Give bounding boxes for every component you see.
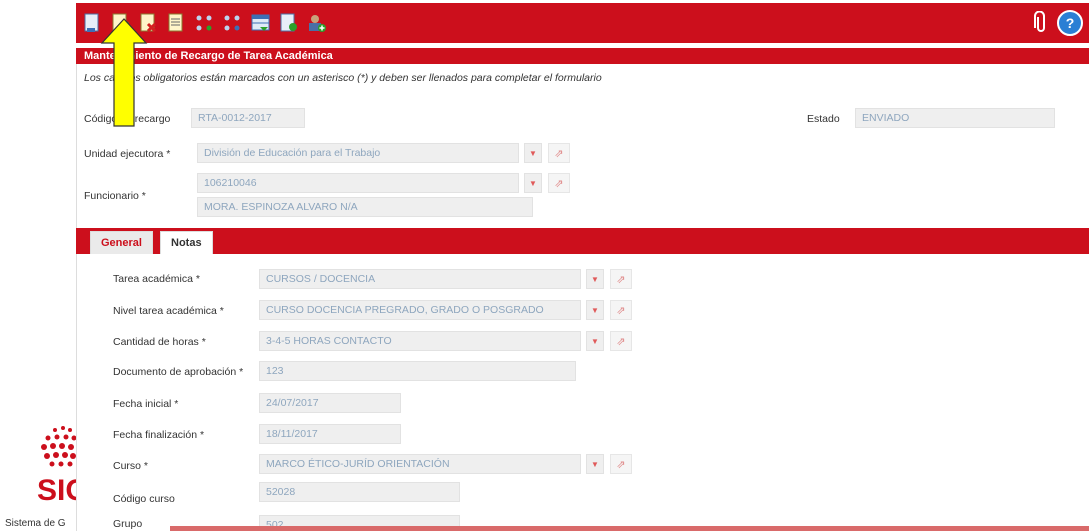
yellow-arrow-annotation bbox=[100, 18, 148, 127]
estado-label: Estado bbox=[807, 113, 840, 125]
table-icon[interactable] bbox=[250, 12, 271, 34]
estado-field[interactable]: ENVIADO bbox=[855, 108, 1055, 128]
fecha-finalizacion-label: Fecha finalización * bbox=[113, 429, 205, 441]
form-area bbox=[76, 64, 1089, 531]
codigo-recargo-field[interactable]: RTA-0012-2017 bbox=[191, 108, 305, 128]
nivel-link-icon[interactable]: ⇗ bbox=[610, 300, 632, 320]
form-title: Mantenimiento de Recargo de Tarea Académ… bbox=[76, 48, 1089, 64]
tarea-academica-select[interactable]: CURSOS / DOCENCIA bbox=[259, 269, 581, 289]
nivel-dropdown-icon[interactable]: ▼ bbox=[586, 300, 604, 320]
funcionario-dropdown-icon[interactable]: ▼ bbox=[524, 173, 542, 193]
sig-logo-dots-icon: SIG bbox=[37, 426, 89, 507]
fecha-inicial-label: Fecha inicial * bbox=[113, 398, 179, 410]
toolbar-right: ? bbox=[1031, 10, 1083, 36]
curso-dropdown-icon[interactable]: ▼ bbox=[586, 454, 604, 474]
unidad-link-icon[interactable]: ⇗ bbox=[548, 143, 570, 163]
unidad-ejecutora-label: Unidad ejecutora * bbox=[84, 148, 171, 160]
documento-aprobacion-label: Documento de aprobación * bbox=[113, 366, 244, 378]
curso-select[interactable]: MARCO ÉTICO-JURÍD ORIENTACIÓN bbox=[259, 454, 581, 474]
codigo-curso-field[interactable]: 52028 bbox=[259, 482, 460, 502]
nivel-tarea-label: Nivel tarea académica * bbox=[113, 305, 224, 317]
tarea-academica-label: Tarea académica * bbox=[113, 273, 200, 285]
funcionario-link-icon[interactable]: ⇗ bbox=[548, 173, 570, 193]
user-document-icon[interactable] bbox=[278, 12, 299, 34]
horas-dropdown-icon[interactable]: ▼ bbox=[586, 331, 604, 351]
horas-link-icon[interactable]: ⇗ bbox=[610, 331, 632, 351]
tarea-dropdown-icon[interactable]: ▼ bbox=[586, 269, 604, 289]
grupo-label: Grupo bbox=[113, 518, 143, 530]
tarea-link-icon[interactable]: ⇗ bbox=[610, 269, 632, 289]
add-user-icon[interactable] bbox=[306, 12, 327, 34]
curso-label: Curso * bbox=[113, 460, 149, 472]
sig-logo: SIG Sistema de G bbox=[0, 418, 89, 531]
cantidad-horas-select[interactable]: 3-4-5 HORAS CONTACTO bbox=[259, 331, 581, 351]
tab-notas[interactable]: Notas bbox=[160, 231, 213, 254]
expand-nodes-icon[interactable] bbox=[194, 12, 215, 34]
fecha-finalizacion-field[interactable]: 18/11/2017 bbox=[259, 424, 401, 444]
document-list-icon[interactable] bbox=[166, 12, 187, 34]
unidad-dropdown-icon[interactable]: ▼ bbox=[524, 143, 542, 163]
required-fields-note: Los campos obligatorios están marcados c… bbox=[84, 72, 602, 84]
main-toolbar: ? bbox=[76, 3, 1089, 43]
sig-logo-text: SIG bbox=[37, 474, 76, 507]
collapse-nodes-icon[interactable] bbox=[222, 12, 243, 34]
funcionario-id-select[interactable]: 106210046 bbox=[197, 173, 519, 193]
footer-red-line bbox=[170, 526, 1089, 531]
funcionario-label: Funcionario * bbox=[84, 190, 146, 202]
unidad-ejecutora-select[interactable]: División de Educación para el Trabajo bbox=[197, 143, 519, 163]
attachment-icon[interactable] bbox=[1031, 11, 1051, 35]
fecha-inicial-field[interactable]: 24/07/2017 bbox=[259, 393, 401, 413]
help-icon[interactable]: ? bbox=[1057, 10, 1083, 36]
documento-aprobacion-field[interactable]: 123 bbox=[259, 361, 576, 381]
codigo-curso-label: Código curso bbox=[113, 493, 175, 505]
sig-logo-caption: Sistema de G bbox=[5, 518, 66, 529]
nivel-tarea-select[interactable]: CURSO DOCENCIA PREGRADO, GRADO O POSGRAD… bbox=[259, 300, 581, 320]
curso-link-icon[interactable]: ⇗ bbox=[610, 454, 632, 474]
funcionario-name-field[interactable]: MORA. ESPINOZA ALVARO N/A bbox=[197, 197, 533, 217]
tab-general[interactable]: General bbox=[90, 231, 153, 254]
tabs-bar: General Notas bbox=[76, 228, 1089, 254]
cantidad-horas-label: Cantidad de horas * bbox=[113, 336, 206, 348]
